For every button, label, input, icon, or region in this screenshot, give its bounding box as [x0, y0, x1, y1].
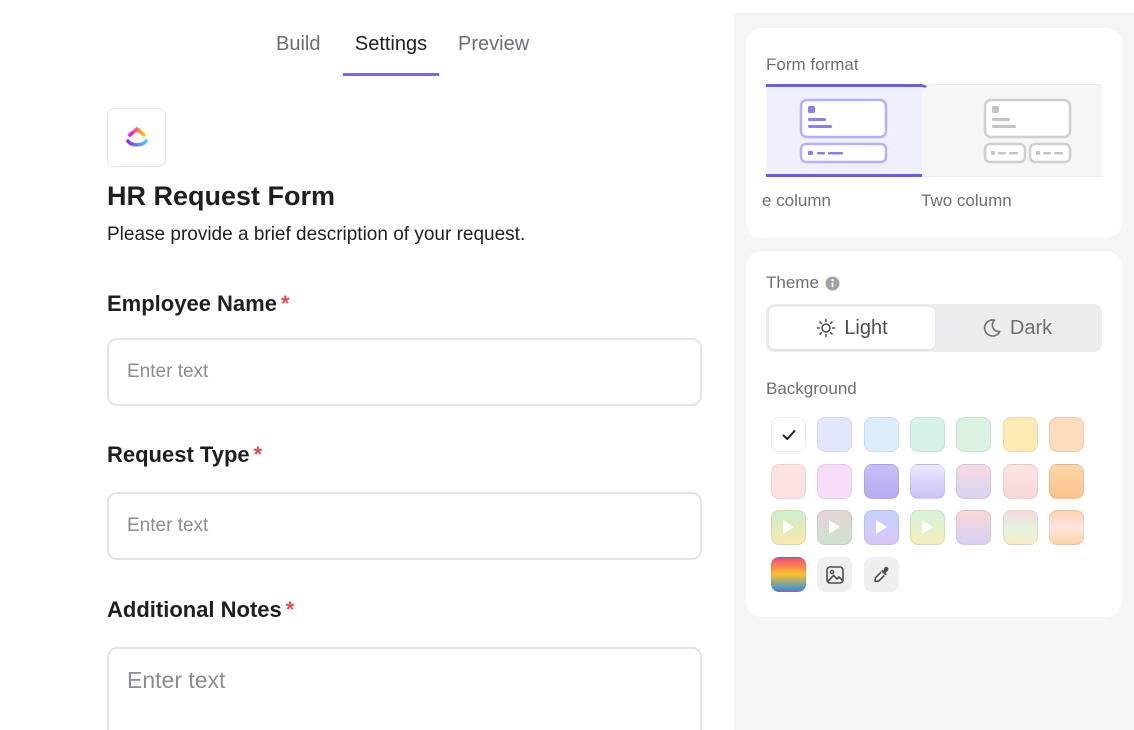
- moon-icon: [983, 319, 1001, 337]
- theme-dark-button[interactable]: Dark: [934, 307, 1100, 349]
- required-asterisk: *: [253, 442, 263, 467]
- two-column-caption[interactable]: Two column: [921, 191, 1012, 211]
- field-label-request-type: Request Type *: [107, 442, 262, 468]
- background-video-swatch[interactable]: [771, 510, 806, 545]
- clickup-logo-icon: [126, 127, 148, 147]
- play-icon: [829, 520, 840, 534]
- form-editor: Build Settings Preview HR Request Form P…: [0, 0, 734, 730]
- form-format-options: [766, 84, 1102, 177]
- form-format-label: Form format: [766, 55, 859, 74]
- one-column-option[interactable]: [766, 84, 932, 177]
- employee-name-input[interactable]: [107, 338, 702, 406]
- background-video-swatch[interactable]: [864, 510, 899, 545]
- theme-toggle: Light Dark: [766, 304, 1102, 352]
- background-swatch[interactable]: [771, 417, 806, 452]
- two-column-layout-icon: [983, 98, 1072, 164]
- background-swatch[interactable]: [1049, 464, 1084, 499]
- form-logo[interactable]: [107, 108, 166, 167]
- settings-panel: Form format e column Two column Theme Li…: [734, 13, 1134, 730]
- field-label-additional-notes: Additional Notes *: [107, 597, 294, 623]
- form-description[interactable]: Please provide a brief description of yo…: [107, 224, 525, 246]
- play-icon: [876, 520, 887, 534]
- tab-settings[interactable]: Settings: [343, 30, 439, 76]
- background-swatch[interactable]: [771, 464, 806, 499]
- one-column-caption[interactable]: e column: [762, 191, 842, 211]
- background-swatch[interactable]: [910, 417, 945, 452]
- background-swatch[interactable]: [956, 510, 991, 545]
- background-swatch[interactable]: [956, 417, 991, 452]
- image-upload-icon: [825, 565, 844, 584]
- required-asterisk: *: [280, 291, 290, 316]
- play-icon: [783, 520, 794, 534]
- background-swatch[interactable]: [956, 464, 991, 499]
- form-title[interactable]: HR Request Form: [107, 181, 335, 212]
- field-label-text: Request Type: [107, 442, 250, 467]
- one-column-layout-icon: [799, 98, 888, 164]
- theme-label: Theme: [766, 273, 840, 293]
- background-label: Background: [766, 379, 857, 398]
- background-swatch[interactable]: [864, 417, 899, 452]
- upload-image-button[interactable]: [817, 557, 852, 592]
- field-label-text: Additional Notes: [107, 597, 282, 622]
- theme-light-label: Light: [844, 316, 888, 339]
- background-swatch[interactable]: [1003, 417, 1038, 452]
- background-video-swatch[interactable]: [910, 510, 945, 545]
- theme-dark-label: Dark: [1009, 316, 1053, 339]
- sun-icon: [817, 318, 836, 338]
- background-swatch[interactable]: [1049, 510, 1084, 545]
- request-type-input[interactable]: [107, 492, 702, 560]
- background-swatch[interactable]: [817, 417, 852, 452]
- two-column-option[interactable]: [922, 84, 1102, 177]
- theme-label-text: Theme: [766, 273, 819, 292]
- background-swatch[interactable]: [910, 464, 945, 499]
- checkmark-icon: [772, 418, 805, 451]
- background-swatch[interactable]: [817, 464, 852, 499]
- color-picker-button[interactable]: [864, 557, 899, 592]
- form-format-card: Form format e column Two column: [746, 28, 1122, 238]
- play-icon: [922, 520, 933, 534]
- background-swatch[interactable]: [864, 464, 899, 499]
- field-label-text: Employee Name: [107, 291, 277, 316]
- background-swatch[interactable]: [1049, 417, 1084, 452]
- tab-preview[interactable]: Preview: [458, 30, 529, 76]
- background-swatch[interactable]: [771, 557, 806, 592]
- background-swatch[interactable]: [1003, 464, 1038, 499]
- background-swatch[interactable]: [1003, 510, 1038, 545]
- field-label-employee-name: Employee Name *: [107, 291, 290, 317]
- info-icon[interactable]: [825, 276, 840, 291]
- theme-light-button[interactable]: Light: [769, 307, 935, 349]
- eyedropper-icon: [873, 566, 888, 582]
- tab-build[interactable]: Build: [276, 30, 320, 76]
- additional-notes-textarea[interactable]: [107, 647, 702, 730]
- theme-card: Theme Light Dark Background: [746, 251, 1122, 617]
- required-asterisk: *: [285, 597, 295, 622]
- one-column-caption-text: e column: [762, 191, 831, 210]
- editor-tabs: Build Settings Preview: [0, 30, 734, 76]
- background-video-swatch[interactable]: [817, 510, 852, 545]
